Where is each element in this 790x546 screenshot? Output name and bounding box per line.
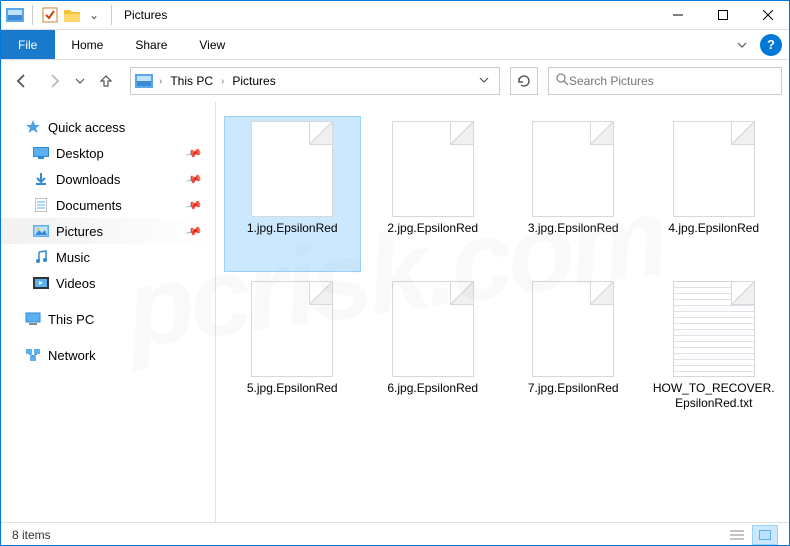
music-icon bbox=[32, 249, 50, 265]
file-name: 2.jpg.EpsilonRed bbox=[387, 221, 478, 236]
file-item[interactable]: 5.jpg.EpsilonRed bbox=[224, 276, 361, 432]
file-name: 6.jpg.EpsilonRed bbox=[387, 381, 478, 396]
blank-file-icon bbox=[532, 281, 614, 377]
view-toggles bbox=[724, 525, 778, 545]
blank-file-icon bbox=[251, 281, 333, 377]
blank-file-icon bbox=[251, 121, 333, 217]
chevron-right-icon[interactable]: › bbox=[157, 76, 164, 87]
sidebar-item-videos[interactable]: Videos bbox=[0, 270, 215, 296]
pin-icon: 📌 bbox=[185, 222, 203, 240]
maximize-button[interactable] bbox=[700, 0, 745, 30]
up-button[interactable] bbox=[92, 67, 120, 95]
file-item[interactable]: 4.jpg.EpsilonRed bbox=[646, 116, 783, 272]
minimize-button[interactable] bbox=[655, 0, 700, 30]
navbar: › This PC › Pictures bbox=[0, 60, 790, 102]
file-name: 1.jpg.EpsilonRed bbox=[247, 221, 338, 236]
folder-app-icon bbox=[6, 6, 24, 24]
file-item[interactable]: 3.jpg.EpsilonRed bbox=[505, 116, 642, 272]
close-button[interactable] bbox=[745, 0, 790, 30]
pictures-folder-icon bbox=[135, 72, 153, 90]
sidebar-item-label: Music bbox=[56, 250, 90, 265]
sidebar-item-label: Downloads bbox=[56, 172, 120, 187]
forward-button[interactable] bbox=[40, 67, 68, 95]
star-icon bbox=[24, 119, 42, 135]
sidebar-item-label: Pictures bbox=[56, 224, 103, 239]
thumbnails-view-button[interactable] bbox=[752, 525, 778, 545]
ribbon-expand-icon[interactable] bbox=[730, 33, 754, 57]
sidebar-item-label: This PC bbox=[48, 312, 94, 327]
sidebar-item-label: Videos bbox=[56, 276, 96, 291]
file-name: 4.jpg.EpsilonRed bbox=[668, 221, 759, 236]
videos-icon bbox=[32, 275, 50, 291]
sidebar-item-label: Desktop bbox=[56, 146, 104, 161]
recent-dropdown-icon[interactable] bbox=[72, 67, 88, 95]
window-controls bbox=[655, 0, 790, 30]
file-name: 3.jpg.EpsilonRed bbox=[528, 221, 619, 236]
search-icon bbox=[555, 72, 569, 91]
file-item[interactable]: 6.jpg.EpsilonRed bbox=[365, 276, 502, 432]
sidebar-this-pc[interactable]: This PC bbox=[0, 306, 215, 332]
sidebar-item-music[interactable]: Music bbox=[0, 244, 215, 270]
pin-icon: 📌 bbox=[185, 196, 203, 214]
file-name: HOW_TO_RECOVER.EpsilonRed.txt bbox=[651, 381, 778, 411]
file-grid[interactable]: 1.jpg.EpsilonRed 2.jpg.EpsilonRed 3.jpg.… bbox=[216, 102, 790, 522]
window-title: Pictures bbox=[120, 8, 167, 22]
search-box[interactable] bbox=[548, 67, 782, 95]
ribbon: File Home Share View ? bbox=[0, 30, 790, 60]
file-item[interactable]: HOW_TO_RECOVER.EpsilonRed.txt bbox=[646, 276, 783, 432]
sidebar-quick-access[interactable]: Quick access bbox=[0, 114, 215, 140]
sidebar-item-label: Network bbox=[48, 348, 96, 363]
titlebar: ⌄ Pictures bbox=[0, 0, 790, 30]
sidebar-item-label: Documents bbox=[56, 198, 122, 213]
content: Quick access Desktop 📌 Downloads 📌 Docum… bbox=[0, 102, 790, 522]
checkbox-quick-icon[interactable] bbox=[41, 6, 59, 24]
share-tab[interactable]: Share bbox=[119, 30, 183, 59]
address-dropdown-icon[interactable] bbox=[473, 72, 495, 90]
pictures-icon bbox=[32, 223, 50, 239]
file-tab[interactable]: File bbox=[0, 30, 55, 59]
downloads-icon bbox=[32, 171, 50, 187]
sidebar-item-label: Quick access bbox=[48, 120, 125, 135]
blank-file-icon bbox=[673, 121, 755, 217]
text-file-icon bbox=[673, 281, 755, 377]
titlebar-sep2 bbox=[111, 5, 112, 25]
navigation-pane: Quick access Desktop 📌 Downloads 📌 Docum… bbox=[0, 102, 216, 522]
home-tab[interactable]: Home bbox=[55, 30, 119, 59]
address-bar[interactable]: › This PC › Pictures bbox=[130, 67, 500, 95]
folder-quick-icon[interactable] bbox=[63, 6, 81, 24]
sidebar-item-desktop[interactable]: Desktop 📌 bbox=[0, 140, 215, 166]
file-name: 5.jpg.EpsilonRed bbox=[247, 381, 338, 396]
documents-icon bbox=[32, 197, 50, 213]
pin-icon: 📌 bbox=[185, 170, 203, 188]
sidebar-network[interactable]: Network bbox=[0, 342, 215, 368]
details-view-button[interactable] bbox=[724, 525, 750, 545]
blank-file-icon bbox=[392, 121, 474, 217]
chevron-right-icon[interactable]: › bbox=[219, 76, 226, 87]
sidebar-item-documents[interactable]: Documents 📌 bbox=[0, 192, 215, 218]
blank-file-icon bbox=[392, 281, 474, 377]
this-pc-icon bbox=[24, 311, 42, 327]
file-item[interactable]: 1.jpg.EpsilonRed bbox=[224, 116, 361, 272]
file-item[interactable]: 7.jpg.EpsilonRed bbox=[505, 276, 642, 432]
file-name: 7.jpg.EpsilonRed bbox=[528, 381, 619, 396]
titlebar-left: ⌄ Pictures bbox=[0, 5, 167, 25]
sidebar-item-downloads[interactable]: Downloads 📌 bbox=[0, 166, 215, 192]
blank-file-icon bbox=[532, 121, 614, 217]
refresh-button[interactable] bbox=[510, 67, 538, 95]
item-count: 8 items bbox=[12, 528, 51, 542]
desktop-icon bbox=[32, 145, 50, 161]
titlebar-sep bbox=[32, 5, 33, 25]
search-input[interactable] bbox=[569, 74, 775, 88]
statusbar: 8 items bbox=[0, 522, 790, 546]
network-icon bbox=[24, 347, 42, 363]
help-button[interactable]: ? bbox=[760, 34, 782, 56]
back-button[interactable] bbox=[8, 67, 36, 95]
view-tab[interactable]: View bbox=[183, 30, 241, 59]
titlebar-overflow-icon[interactable]: ⌄ bbox=[85, 6, 103, 24]
pin-icon: 📌 bbox=[185, 144, 203, 162]
file-item[interactable]: 2.jpg.EpsilonRed bbox=[365, 116, 502, 272]
sidebar-item-pictures[interactable]: Pictures 📌 bbox=[0, 218, 215, 244]
breadcrumb-this-pc[interactable]: This PC bbox=[168, 72, 215, 90]
breadcrumb-pictures[interactable]: Pictures bbox=[230, 72, 277, 90]
